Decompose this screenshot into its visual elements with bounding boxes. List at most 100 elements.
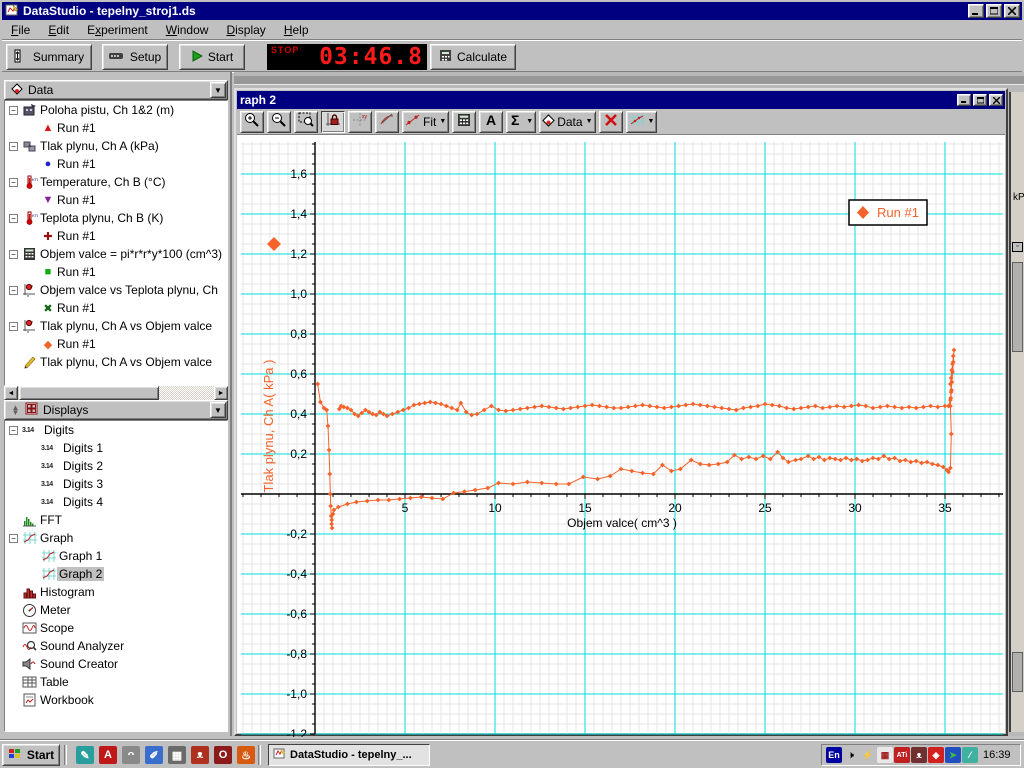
run-item[interactable]: ✚Run #1 [5, 227, 227, 245]
run-item[interactable]: ◆Run #1 [5, 335, 227, 353]
graph-maximize-button[interactable] [973, 94, 987, 106]
expand-box[interactable]: − [9, 322, 18, 331]
summary-button[interactable]: Summary [6, 44, 92, 70]
text-button[interactable]: A [479, 111, 503, 133]
volume-icon[interactable]: 🕨 [843, 747, 859, 763]
scroll-thumb[interactable] [19, 386, 159, 400]
calculator-icon[interactable]: ▦ [168, 746, 186, 764]
statistics-button[interactable]: Σ▼ [506, 111, 536, 133]
display-item-graph-1[interactable]: Graph 1 [5, 547, 227, 565]
delete-button[interactable] [599, 111, 623, 133]
data-tree-item[interactable]: −Poloha pistu, Ch 1&2 (m) [5, 101, 227, 119]
expand-box[interactable]: − [9, 214, 18, 223]
data-tree-item[interactable]: −KTDTemperature, Ch B (°C) [5, 173, 227, 191]
ati-icon[interactable]: ATi [894, 747, 910, 763]
run-item[interactable]: ■Run #1 [5, 263, 227, 281]
data-panel-header[interactable]: Data ▼ [4, 80, 228, 100]
data-tree-item[interactable]: −Tlak plynu, Ch A (kPa) [5, 137, 227, 155]
menu-item-edit[interactable]: Edit [39, 21, 78, 39]
expand-box[interactable]: − [9, 250, 18, 259]
start-button[interactable]: Start [179, 44, 245, 70]
alert-icon[interactable]: ◈ [928, 747, 944, 763]
data-tree-item[interactable]: −KTDTeplota plynu, Ch B (K) [5, 209, 227, 227]
display-item-fft[interactable]: FFT [5, 511, 227, 529]
notepad-icon[interactable]: ✎ [76, 746, 94, 764]
acrobat-icon[interactable]: A [99, 746, 117, 764]
settings-button[interactable]: ▼ [626, 111, 658, 133]
menu-item-help[interactable]: Help [275, 21, 318, 39]
smart-tool-button[interactable]: xy [348, 111, 372, 133]
displays-panel-header[interactable]: ▲▼ Displays ▼ [4, 400, 228, 420]
display-item-digits-1[interactable]: 3.14Digits 1 [5, 439, 227, 457]
display-item-sound-analyzer[interactable]: Sound Analyzer [5, 637, 227, 655]
scroll-right-arrow[interactable]: ► [214, 386, 228, 400]
zoom-out-button[interactable] [267, 111, 291, 133]
statistics-dropdown-arrow[interactable]: ▼ [526, 118, 533, 125]
scheduler-icon[interactable]: ▦ [877, 747, 893, 763]
displays-dropdown-arrow[interactable]: ▼ [210, 402, 226, 418]
display-item-meter[interactable]: Meter [5, 601, 227, 619]
display-item-table[interactable]: Table [5, 673, 227, 691]
data-menu-button[interactable]: Data▼ [539, 111, 595, 133]
run-item[interactable]: ▼Run #1 [5, 191, 227, 209]
bird-icon[interactable]: ᴖ [122, 746, 140, 764]
display-item-digits[interactable]: −3.14Digits [5, 421, 227, 439]
display-item-sound-creator[interactable]: Sound Creator [5, 655, 227, 673]
language-indicator[interactable]: En [826, 747, 842, 763]
expand-box[interactable]: − [9, 286, 18, 295]
expand-box[interactable]: − [9, 106, 18, 115]
fit-dropdown-arrow[interactable]: ▼ [439, 118, 446, 125]
background-window-button[interactable]: ▫ [1012, 242, 1023, 252]
display-item-graph-2[interactable]: Graph 2 [5, 565, 227, 583]
flame-icon[interactable]: ♨ [237, 746, 255, 764]
splitter-grip[interactable]: ▲▼ [11, 405, 20, 415]
data-tree-item[interactable]: −Objem valce = pi*r*r*y*100 (cm^3) [5, 245, 227, 263]
close-button[interactable] [1004, 4, 1020, 18]
data-tree-item[interactable]: −yxTlak plynu, Ch A vs Objem valce [5, 317, 227, 335]
minimize-button[interactable] [968, 4, 984, 18]
opera-icon[interactable]: O [214, 746, 232, 764]
expand-box[interactable]: − [9, 534, 18, 543]
display-item-workbook[interactable]: Workbook [5, 691, 227, 709]
scale-lock-button[interactable] [321, 111, 345, 133]
expand-box[interactable]: − [9, 426, 18, 435]
run-item[interactable]: ▲Run #1 [5, 119, 227, 137]
menu-item-experiment[interactable]: Experiment [78, 21, 157, 39]
calculator-button[interactable] [452, 111, 476, 133]
data-tree-item[interactable]: Tlak plynu, Ch A vs Objem valce [5, 353, 227, 371]
run-item[interactable]: ✖Run #1 [5, 299, 227, 317]
zoom-in-button[interactable] [240, 111, 264, 133]
data-menu-dropdown-arrow[interactable]: ▼ [586, 118, 593, 125]
fit-button[interactable]: Fit▼ [402, 111, 449, 133]
display-item-graph[interactable]: −Graph [5, 529, 227, 547]
menu-item-window[interactable]: Window [157, 21, 218, 39]
run-item[interactable]: ●Run #1 [5, 155, 227, 173]
display-item-digits-3[interactable]: 3.14Digits 3 [5, 475, 227, 493]
graph-plot-area[interactable]: 1,61,41,21,00,80,60,40,2-0,2-0,4-0,6-0,8… [237, 136, 1005, 733]
data-dropdown-arrow[interactable]: ▼ [210, 82, 226, 98]
display-item-histogram[interactable]: Histogram [5, 583, 227, 601]
datastudio-task-button[interactable]: DataStudio - tepelny_... [268, 744, 430, 766]
display-item-scope[interactable]: Scope [5, 619, 227, 637]
scroll-left-arrow[interactable]: ◄ [4, 386, 18, 400]
graph-minimize-button[interactable] [957, 94, 971, 106]
pen-icon[interactable]: ⁄ [962, 747, 978, 763]
graph-close-button[interactable] [989, 94, 1003, 106]
slope-tool-button[interactable] [375, 111, 399, 133]
start-menu-button[interactable]: Start [2, 744, 60, 766]
data-tree-hscrollbar[interactable]: ◄ ► [4, 386, 228, 400]
lightning-icon[interactable]: ⚡ [860, 747, 876, 763]
data-tree-item[interactable]: −yxObjem valce vs Teplota plynu, Ch [5, 281, 227, 299]
globe-icon[interactable]: ➤ [945, 747, 961, 763]
expand-box[interactable]: − [9, 142, 18, 151]
settings-dropdown-arrow[interactable]: ▼ [648, 118, 655, 125]
display-item-digits-2[interactable]: 3.14Digits 2 [5, 457, 227, 475]
setup-button[interactable]: Setup [102, 44, 168, 70]
menu-item-file[interactable]: File [2, 21, 39, 39]
graph-canvas[interactable]: 1,61,41,21,00,80,60,40,2-0,2-0,4-0,6-0,8… [237, 136, 1007, 737]
graph-window-titlebar[interactable]: raph 2 [237, 91, 1005, 109]
maximize-button[interactable] [986, 4, 1002, 18]
display-item-digits-4[interactable]: 3.14Digits 4 [5, 493, 227, 511]
devil-icon[interactable]: ᴥ [911, 747, 927, 763]
dragon-icon[interactable]: ᴥ [191, 746, 209, 764]
